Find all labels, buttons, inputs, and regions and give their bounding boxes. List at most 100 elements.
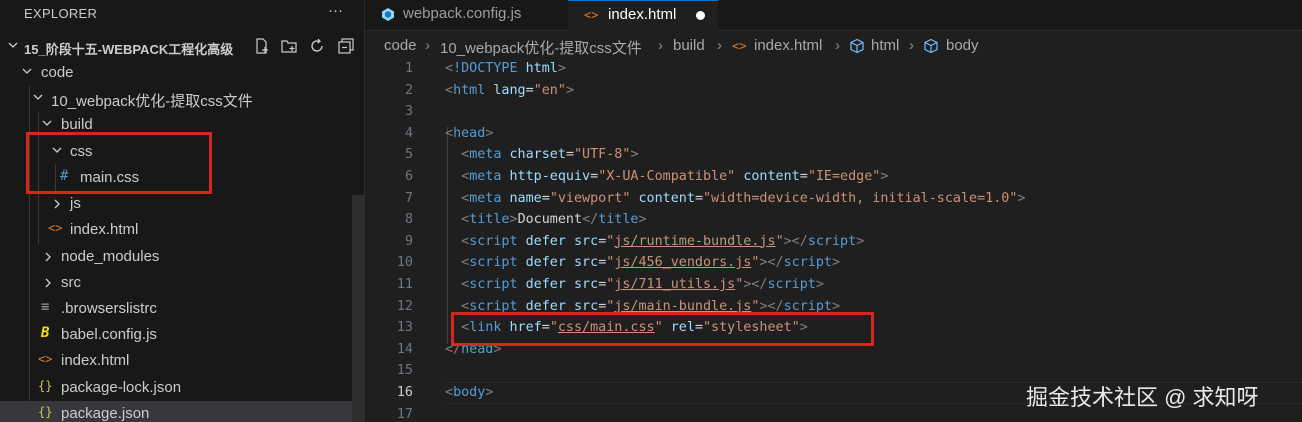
refresh-icon[interactable] [308,37,328,57]
tab-webpack-config[interactable]: webpack.config.js [365,0,567,30]
line-number: 6 [404,169,413,184]
breadcrumb: code › 10_webpack优化-提取css文件 › build › <>… [365,34,1302,58]
tree-item-label: index.html [70,221,139,238]
code-line: 11 <script defer src="js/711_utils.js"><… [365,274,1302,296]
chevron-right-icon [53,199,61,209]
line-number: 16 [396,385,413,400]
line-number: 3 [404,104,413,120]
line-number: 13 [396,320,413,336]
tree-file-browserslistrc[interactable]: ≡ .browserslistrc [0,296,352,322]
tree-item-label: 10_webpack优化-提取css文件 [51,93,253,110]
chevron-right-icon: › [717,37,722,54]
symbol-box-icon [923,38,939,58]
code-editor[interactable]: 1 <!DOCTYPE html> 2 <html lang="en"> 3 4… [365,58,1302,422]
breadcrumb-item[interactable]: 10_webpack优化-提取css文件 [440,37,642,58]
chevron-right-icon [44,252,52,262]
chevron-right-icon [44,278,52,288]
tree-item-label: src [61,274,81,291]
line-number: 1 [404,61,413,76]
tree-folder-js[interactable]: js [0,191,352,217]
json-file-icon: {} [38,405,53,419]
tree-folder-src[interactable]: src [0,270,352,296]
html-file-icon: <> [584,8,599,22]
code-line: 6 <meta http-equiv="X-UA-Compatible" con… [365,166,1302,188]
collapse-all-icon[interactable] [337,37,357,57]
chevron-right-icon: › [835,37,840,54]
chevron-down-icon [22,67,32,75]
more-actions-button[interactable]: ··· [328,2,343,19]
line-number: 2 [404,82,413,98]
new-file-icon[interactable] [253,37,273,57]
unsaved-dot-icon[interactable] [696,11,705,20]
line-number: 11 [396,277,413,292]
tree-root-folder[interactable]: 15_阶段十五-WEBPACK工程化高级 [0,34,354,60]
line-number: 5 [404,147,413,163]
chevron-right-icon: › [658,37,663,54]
line-number: 7 [404,190,413,206]
webpack-file-icon [381,7,395,26]
code-line: 1 <!DOCTYPE html> [365,58,1302,80]
html-file-icon: <> [38,352,53,366]
tree-item-label: node_modules [61,248,160,265]
sidebar-scrollbar[interactable] [352,195,364,422]
line-number: 9 [404,233,413,249]
tree-file-package-json[interactable]: {} package.json [0,401,352,422]
tree-folder-code[interactable]: code [0,60,352,86]
line-number: 14 [396,341,413,357]
editor-tab-bar: webpack.config.js <> index.html [365,0,1302,31]
code-line: 10 <script defer src="js/456_vendors.js"… [365,252,1302,274]
tree-item-label: .browserslistrc [61,300,157,317]
code-line: 2 <html lang="en"> [365,80,1302,102]
line-number: 15 [396,363,413,379]
explorer-title: EXPLORER [24,6,98,21]
code-line: 8 <title>Document</title> [365,209,1302,231]
line-number: 12 [396,298,413,314]
line-number: 17 [396,406,413,422]
tree-item-label: index.html [61,352,130,369]
tree-file-babel-config[interactable]: B babel.config.js [0,322,352,348]
highlight-box-css-folder [26,132,212,194]
vscode-window: EXPLORER ··· 15_阶段十五-WEBPACK工程化高级 code 1… [0,0,1302,422]
tree-item-label: code [41,64,74,81]
html-file-icon: <> [732,39,747,53]
new-folder-icon[interactable] [280,37,300,57]
highlight-box-link-line [451,312,874,346]
tree-file-index-html[interactable]: <> index.html [0,348,352,374]
tree-folder-project[interactable]: 10_webpack优化-提取css文件 [0,86,352,112]
tab-index-html[interactable]: <> index.html [568,0,718,31]
tree-file-build-index-html[interactable]: <> index.html [0,217,352,243]
chevron-down-icon [8,41,18,49]
tree-item-label: package.json [61,405,150,422]
breadcrumb-item[interactable]: build [673,37,705,54]
code-line: 3 [365,101,1302,123]
tree-folder-node-modules[interactable]: node_modules [0,244,352,270]
text-file-icon: ≡ [41,299,50,315]
line-number: 8 [404,212,413,228]
explorer-sidebar: EXPLORER ··· 15_阶段十五-WEBPACK工程化高级 code 1… [0,0,365,422]
code-line: 7 <meta name="viewport" content="width=d… [365,188,1302,210]
chevron-right-icon: › [425,37,430,54]
html-file-icon: <> [48,221,63,235]
tab-label: index.html [608,6,677,23]
chevron-down-icon [33,93,43,101]
chevron-right-icon: › [909,37,914,54]
breadcrumb-item[interactable]: html [871,37,899,54]
code-line: 5 <meta charset="UTF-8"> [365,144,1302,166]
symbol-box-icon [849,38,865,58]
tab-label: webpack.config.js [403,5,522,22]
breadcrumb-item[interactable]: code [384,37,417,54]
tree-item-label: js [70,195,81,212]
breadcrumb-item[interactable]: body [946,37,979,54]
code-line: 9 <script defer src="js/runtime-bundle.j… [365,231,1302,253]
tree-item-label: package-lock.json [61,379,182,396]
tree-root-label: 15_阶段十五-WEBPACK工程化高级 [24,42,234,57]
json-file-icon: {} [38,379,53,393]
breadcrumb-item[interactable]: index.html [754,37,822,54]
tree-file-package-lock[interactable]: {} package-lock.json [0,375,352,401]
babel-file-icon: B [41,325,50,341]
line-number: 10 [396,255,413,271]
code-line: 15 [365,360,1302,382]
tree-item-label: build [61,116,93,133]
explorer-header: EXPLORER ··· [0,0,364,26]
watermark: 掘金技术社区 @ 求知呀 [1026,385,1259,410]
